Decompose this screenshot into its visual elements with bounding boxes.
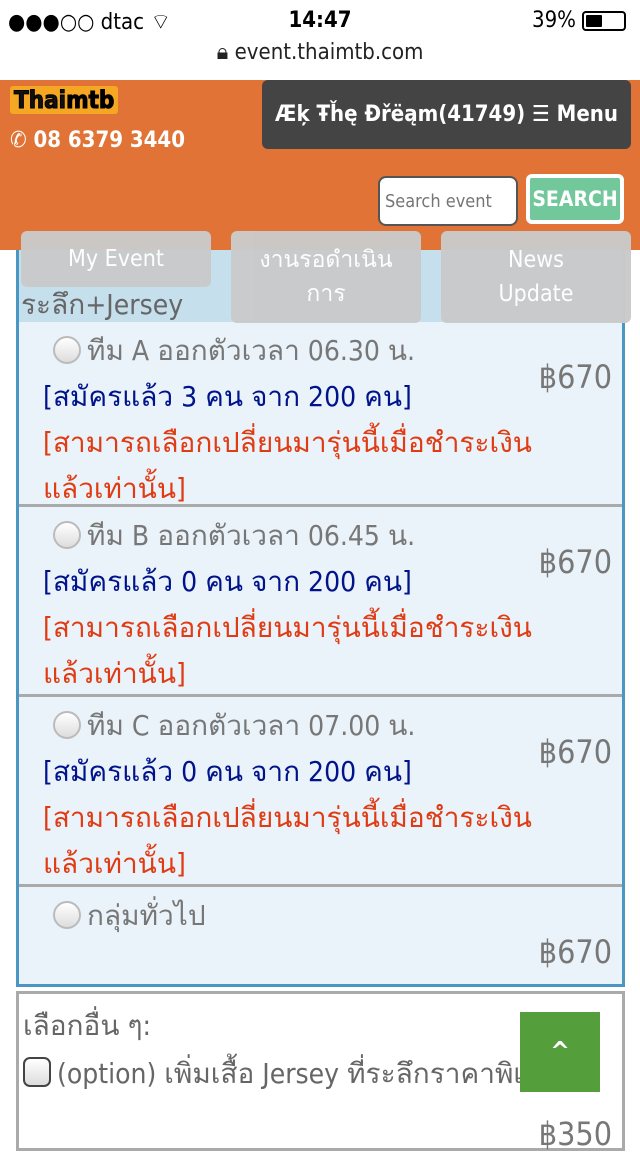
user-menu-button[interactable]: Æķ Ŧȟę Ðřëąm(41749) ☰ Menu [262,80,631,149]
logo[interactable]: Thaimtb [10,86,119,115]
radio-button[interactable] [53,711,81,739]
nav-my-event[interactable]: My Event [21,231,211,287]
search-button[interactable]: SEARCH [526,174,624,224]
price: ฿670 [538,933,612,971]
phone[interactable]: ✆ 08 6379 3440 [10,128,185,153]
nav-pending[interactable]: งานรอดำเนินการ [231,231,421,323]
option-row[interactable]: กลุ่มทั่วไป ฿670 [19,887,622,984]
search-input[interactable] [378,176,518,226]
nav-news-update[interactable]: News Update [441,231,631,323]
battery-icon [582,10,626,31]
phone-icon: ✆ [10,128,27,153]
scroll-top-button[interactable]: ^ [520,1012,600,1092]
lock-icon: 🔒︎ [216,40,229,65]
status-bar: ●●●○○ dtac ⌔ 14:47 39% [0,0,640,40]
price: ฿670 [538,358,612,396]
chevron-up-icon: ^ [550,1037,570,1067]
option-row[interactable]: ทีม A ออกตัวเวลา 06.30 น. [สมัครแล้ว 3 ค… [19,322,622,507]
radio-button[interactable] [53,336,81,364]
radio-button[interactable] [53,521,81,549]
price: ฿670 [538,543,612,581]
site-header: Thaimtb ✆ 08 6379 3440 Æķ Ŧȟę Ðřëąm(4174… [0,80,640,250]
option-row[interactable]: ทีม C ออกตัวเวลา 07.00 น. [สมัครแล้ว 0 ค… [19,697,622,887]
price: ฿350 [538,1115,612,1153]
battery-percent: 39% [532,8,576,33]
address-bar[interactable]: 🔒︎ event.thaimtb.com [0,40,640,65]
radio-button[interactable] [53,901,81,929]
price: ฿670 [538,733,612,771]
option-row[interactable]: ทีม B ออกตัวเวลา 06.45 น. [สมัครแล้ว 0 ค… [19,507,622,697]
options-box: ระลึก+Jersey ทีม A ออกตัวเวลา 06.30 น. [… [16,250,625,987]
checkbox[interactable] [23,1057,51,1087]
